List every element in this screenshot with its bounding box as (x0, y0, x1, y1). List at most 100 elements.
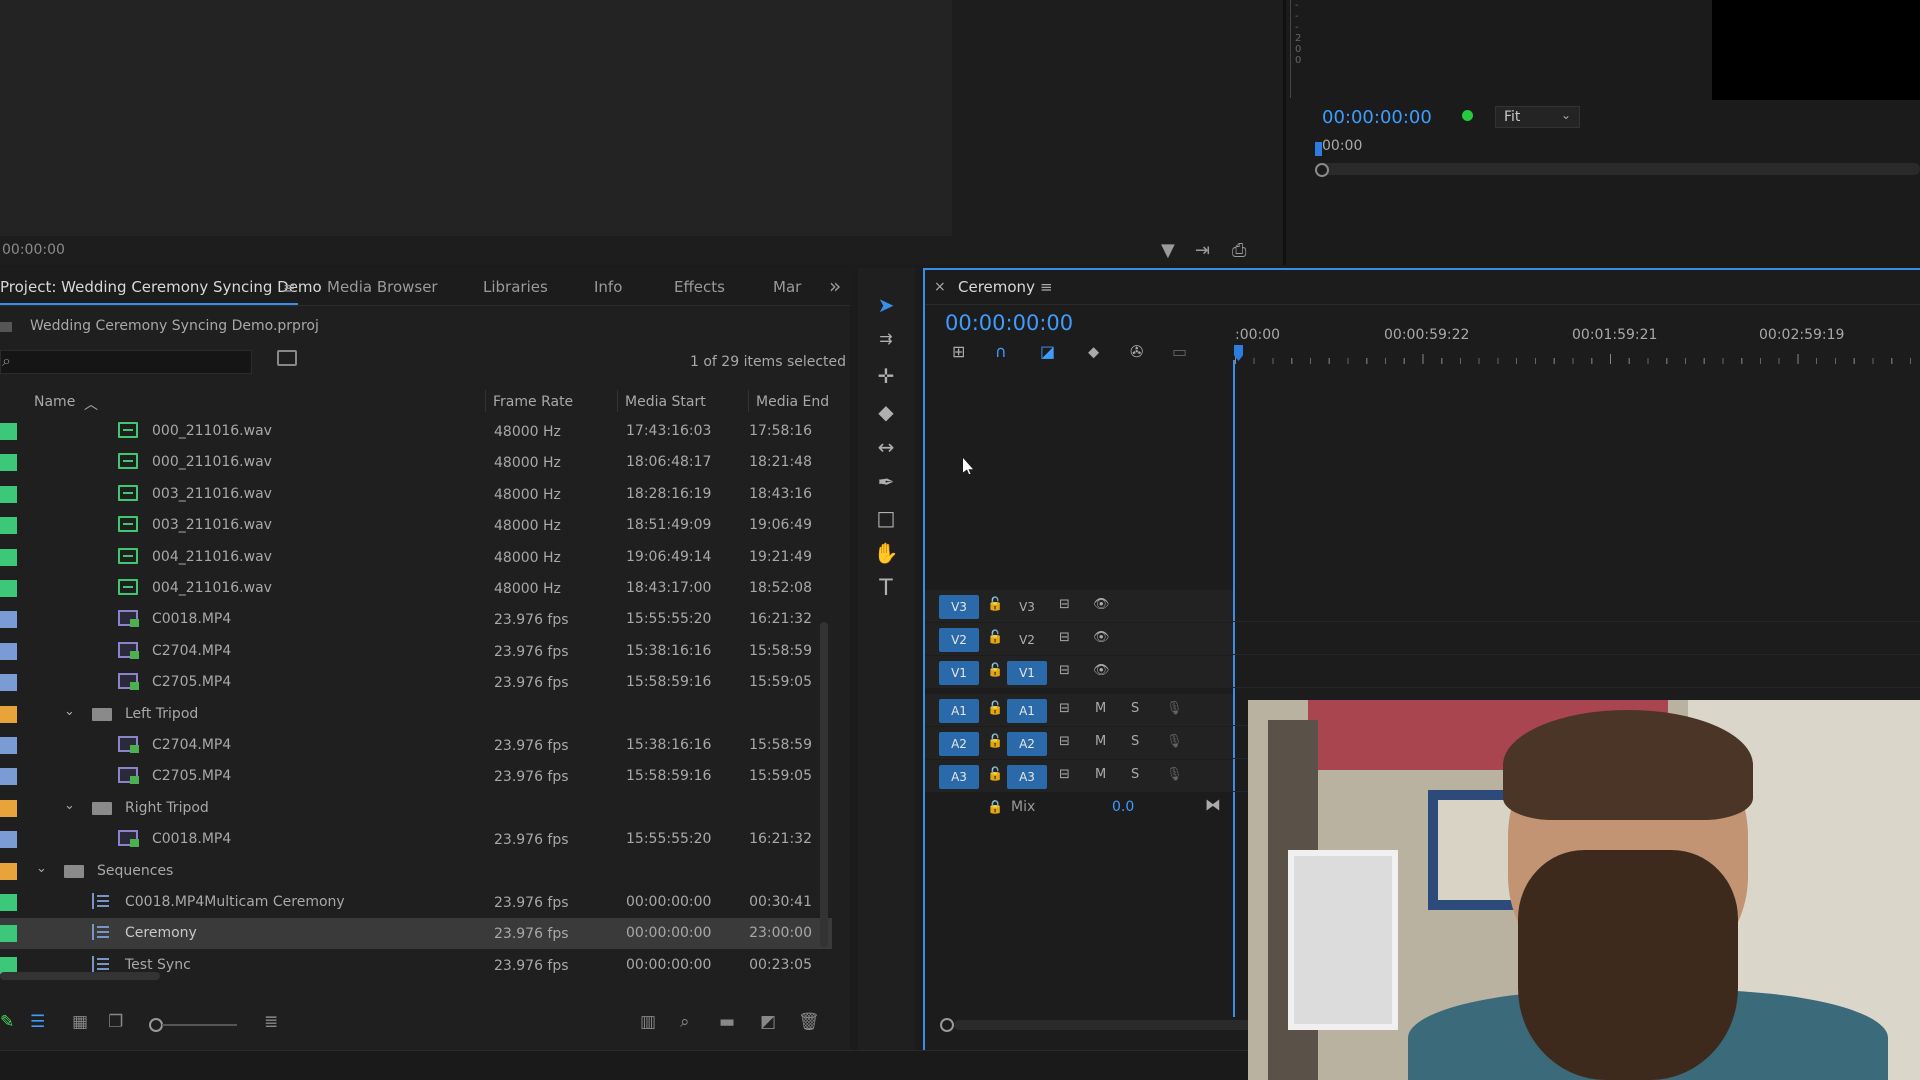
label-color-swatch[interactable] (0, 643, 17, 660)
program-scroll-handle[interactable] (1315, 163, 1329, 177)
new-bin-search-icon[interactable] (277, 350, 297, 366)
zoom-fit-select[interactable]: Fit ⌄ (1495, 106, 1580, 128)
wrench-icon[interactable]: ✇ (1130, 342, 1143, 361)
trash-icon[interactable]: 🗑 (798, 1012, 820, 1032)
label-color-swatch[interactable] (0, 800, 17, 817)
playhead-line[interactable] (1233, 360, 1235, 1017)
export-frame-icon[interactable]: ⎙ (1232, 240, 1246, 261)
audio-track-header[interactable]: A1 🔓 A1 ⊟ M S 🎙 (925, 694, 1233, 726)
snap-icon[interactable]: ∩ (995, 342, 1007, 361)
list-item[interactable]: 004_211016.wav 48000 Hz 18:43:17:00 18:52:0… (0, 573, 832, 604)
tab-markers[interactable]: Mar (773, 278, 801, 296)
sync-lock-icon[interactable]: ⊟ (1059, 701, 1070, 716)
column-divider[interactable] (485, 390, 486, 412)
list-item[interactable]: 004_211016.wav 48000 Hz 19:06:49:14 19:21:4… (0, 542, 832, 573)
lock-icon[interactable]: 🔓 (987, 767, 1003, 782)
source-patch-button[interactable]: A3 (939, 765, 979, 789)
list-item[interactable]: Ceremony 23.976 fps 00:00:00:00 23:00:00 (0, 918, 832, 949)
list-item[interactable]: 003_211016.wav 48000 Hz 18:51:49:09 19:06:4… (0, 510, 832, 541)
lock-icon[interactable]: 🔓 (987, 663, 1003, 678)
write-lock-icon[interactable]: ✎ (0, 1012, 14, 1032)
track-target-button[interactable]: A3 (1007, 765, 1047, 789)
program-timecode[interactable]: 00:00:00:00 (1322, 107, 1432, 128)
add-marker-icon[interactable]: ⬥ (1088, 342, 1099, 362)
list-item[interactable]: C0018.MP4 23.976 fps 15:55:55:20 16:21:32 (0, 824, 832, 855)
sort-ascending-icon[interactable]: ︿ (84, 394, 98, 414)
twirl-down-icon[interactable]: ⌄ (64, 798, 75, 813)
slip-tool-icon[interactable]: ↔ (872, 435, 900, 459)
hamburger-icon[interactable]: ≡ (1040, 278, 1053, 296)
eye-icon[interactable]: 👁 (1093, 663, 1110, 678)
source-patch-button[interactable]: A2 (939, 732, 979, 756)
close-icon[interactable]: × (934, 279, 946, 295)
tab-effects[interactable]: Effects (674, 278, 725, 296)
lock-icon[interactable]: 🔓 (987, 630, 1003, 645)
track-target-button[interactable]: V1 (1007, 661, 1047, 685)
tab-libraries[interactable]: Libraries (483, 278, 548, 296)
search-input[interactable] (0, 350, 252, 374)
list-item[interactable]: C0018.MP4Multicam Ceremony 23.976 fps 00:0… (0, 887, 832, 918)
track-target-button[interactable]: V2 (1007, 628, 1047, 652)
source-patch-button[interactable]: V1 (939, 661, 979, 685)
label-color-swatch[interactable] (0, 423, 17, 440)
label-color-swatch[interactable] (0, 517, 17, 534)
twirl-down-icon[interactable]: ⌄ (36, 861, 47, 876)
filter-icon[interactable]: ▼ (1161, 240, 1175, 261)
automate-to-sequence-icon[interactable]: ▥ (640, 1012, 656, 1032)
project-horizontal-scrollbar[interactable] (0, 972, 160, 980)
label-color-swatch[interactable] (0, 454, 17, 471)
eye-icon[interactable]: 👁 (1093, 597, 1110, 612)
twirl-down-icon[interactable]: ⌄ (64, 704, 75, 719)
column-frame-rate[interactable]: Frame Rate (493, 394, 573, 410)
new-bin-icon[interactable]: ▬ (719, 1012, 735, 1032)
source-patch-button[interactable]: A1 (939, 699, 979, 723)
source-patch-button[interactable]: V3 (939, 595, 979, 619)
column-media-start[interactable]: Media Start (625, 394, 706, 410)
sequence-tab-title[interactable]: Ceremony (958, 278, 1035, 296)
lock-icon[interactable]: 🔓 (987, 734, 1003, 749)
program-playhead[interactable] (1315, 142, 1322, 156)
lock-icon[interactable]: 🔓 (987, 597, 1003, 612)
list-item[interactable]: 000_211016.wav 48000 Hz 18:06:48:17 18:21:4… (0, 447, 832, 478)
video-track-header[interactable]: V3 🔓 V3 ⊟ 👁 (925, 590, 1233, 622)
sync-lock-icon[interactable]: ⊟ (1059, 663, 1070, 678)
source-video-area[interactable] (0, 0, 952, 236)
mute-button[interactable]: M (1095, 767, 1106, 782)
selection-tool-icon[interactable]: ➤ (872, 293, 900, 317)
linked-selection-icon[interactable]: ◪ (1040, 342, 1055, 361)
label-color-swatch[interactable] (0, 486, 17, 503)
label-color-swatch[interactable] (0, 549, 17, 566)
video-track-header[interactable]: V1 🔓 V1 ⊟ 👁 (925, 656, 1233, 688)
sync-lock-icon[interactable]: ⊟ (1059, 734, 1070, 749)
nest-sequence-icon[interactable]: ⊞ (952, 342, 965, 361)
tab-media-browser[interactable]: Media Browser (327, 278, 438, 296)
freeform-view-icon[interactable]: ❐ (108, 1012, 123, 1032)
find-icon[interactable]: ⌕ (680, 1012, 690, 1032)
program-video-area[interactable] (1712, 0, 1920, 100)
voiceover-record-icon[interactable]: 🎙 (1166, 734, 1183, 749)
tab-project[interactable]: Project: Wedding Ceremony Syncing Demo (0, 278, 322, 296)
audio-track-header[interactable]: A2 🔓 A2 ⊟ M S 🎙 (925, 727, 1233, 759)
captions-icon[interactable]: ▭ (1172, 342, 1187, 361)
project-vertical-scrollbar[interactable] (820, 622, 828, 947)
lock-icon[interactable]: 🔒 (987, 800, 1003, 815)
label-color-swatch[interactable] (0, 611, 17, 628)
mix-volume-value[interactable]: 0.0 (1112, 799, 1134, 815)
label-color-swatch[interactable] (0, 863, 17, 880)
list-view-icon[interactable]: ☰ (30, 1012, 45, 1032)
column-divider[interactable] (748, 390, 749, 412)
new-item-icon[interactable]: ◩ (760, 1012, 776, 1032)
voiceover-record-icon[interactable]: 🎙 (1166, 701, 1183, 716)
solo-button[interactable]: S (1131, 734, 1139, 749)
track-target-button[interactable]: A2 (1007, 732, 1047, 756)
sync-lock-icon[interactable]: ⊟ (1059, 767, 1070, 782)
lock-icon[interactable]: 🔓 (987, 701, 1003, 716)
list-item[interactable]: 003_211016.wav 48000 Hz 18:28:16:19 18:43:1… (0, 479, 832, 510)
thumbnail-zoom-slider[interactable] (162, 1024, 237, 1026)
list-item[interactable]: ⌄ Right Tripod (0, 793, 832, 824)
go-to-end-icon[interactable]: ⧓ (1205, 795, 1221, 814)
mute-button[interactable]: M (1095, 734, 1106, 749)
solo-button[interactable]: S (1131, 701, 1139, 716)
column-name[interactable]: Name (34, 394, 75, 410)
list-item[interactable]: C2705.MP4 23.976 fps 15:58:59:16 15:59:05 (0, 667, 832, 698)
